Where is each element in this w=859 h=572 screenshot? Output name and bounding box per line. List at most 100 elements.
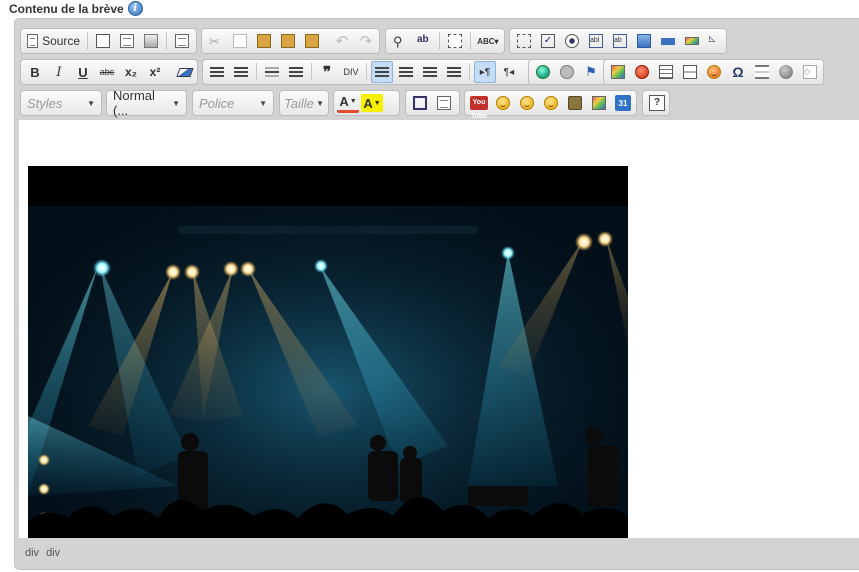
bulleted-list-icon (234, 67, 248, 77)
create-div-button[interactable]: DIV (340, 61, 362, 83)
forms-group: ✓ abl ab ◺ (509, 28, 727, 54)
bg-color-button[interactable]: A ▼ (361, 94, 383, 112)
eraser-icon (176, 67, 194, 77)
templates-button[interactable] (171, 30, 193, 52)
maximize-button[interactable] (409, 92, 431, 114)
paste-button[interactable] (253, 30, 275, 52)
globe-link-icon (536, 65, 550, 79)
editor-content-area[interactable] (19, 120, 859, 538)
align-left-button[interactable] (371, 61, 393, 83)
code-button[interactable]: ◇ (799, 61, 821, 83)
redo-icon: ↷ (359, 33, 373, 50)
rtl-button[interactable]: ¶◂ (498, 61, 520, 83)
iframe-button[interactable] (775, 61, 797, 83)
copy-button[interactable] (229, 30, 251, 52)
text-color-button[interactable]: A ▼ (337, 93, 359, 113)
numbered-list-button[interactable] (206, 61, 228, 83)
emoticon-grin-button[interactable] (516, 92, 538, 114)
path-item[interactable]: div (25, 547, 39, 559)
textfield-button[interactable]: abl (585, 30, 607, 52)
justify-button[interactable] (443, 61, 465, 83)
cut-button[interactable]: ✂ (205, 30, 227, 52)
bg-color-icon: A (363, 95, 373, 111)
horizontal-rule-icon (683, 65, 697, 79)
select-all-icon (447, 34, 462, 48)
find-button[interactable]: ⚲ (389, 30, 411, 52)
textarea-button[interactable]: ab (609, 30, 631, 52)
youtube-icon: You Tube (470, 96, 488, 120)
image-button-button[interactable] (681, 30, 703, 52)
print-button[interactable] (140, 30, 162, 52)
media-group: You Tube 31 (464, 90, 637, 120)
gallery-icon (592, 96, 606, 110)
paste-word-button[interactable] (301, 30, 323, 52)
form-button[interactable] (513, 30, 535, 52)
source-button[interactable]: Source (24, 30, 83, 52)
document-group: Source (20, 28, 197, 54)
emoticon-happy-button[interactable] (540, 92, 562, 114)
styles-select[interactable]: Styles ▼ (20, 90, 102, 116)
info-icon[interactable]: i (127, 1, 143, 16)
ltr-button[interactable]: ▸¶ (474, 61, 496, 83)
div-icon: DIV (343, 67, 359, 77)
link-button[interactable] (532, 61, 554, 83)
remove-format-button[interactable] (174, 61, 196, 83)
align-right-button[interactable] (419, 61, 441, 83)
outdent-button[interactable] (261, 61, 283, 83)
image-button[interactable] (607, 61, 629, 83)
checkbox-icon: ✓ (541, 34, 555, 48)
button-field-button[interactable] (657, 30, 679, 52)
format-select[interactable]: Normal (... ▼ (106, 88, 187, 118)
bold-button[interactable]: B (24, 61, 46, 83)
calendar-button[interactable]: 31 (612, 92, 634, 114)
photo-button[interactable] (564, 92, 586, 114)
flash-icon (635, 65, 649, 79)
size-select[interactable]: Taille ▼ (279, 90, 329, 116)
show-blocks-button[interactable] (433, 92, 455, 114)
radio-button[interactable] (561, 30, 583, 52)
blockquote-button[interactable]: ❞ (316, 61, 338, 83)
flash-button[interactable] (631, 61, 653, 83)
special-char-button[interactable]: Ω (727, 61, 749, 83)
indent-button[interactable] (285, 61, 307, 83)
subscript-button[interactable]: x₂ (120, 61, 142, 83)
underline-button[interactable]: U (72, 61, 94, 83)
hidden-field-button[interactable]: ◺ (705, 30, 727, 52)
separator (439, 32, 440, 50)
replace-button[interactable]: ab (413, 30, 435, 52)
smiley-button[interactable] (703, 61, 725, 83)
youtube-button[interactable]: You Tube (468, 92, 490, 120)
undo-button[interactable]: ↶ (331, 30, 353, 52)
table-button[interactable] (655, 61, 677, 83)
emoticon-smile-button[interactable] (492, 92, 514, 114)
format-select-value: Normal (... (113, 88, 155, 118)
iframe-icon (779, 65, 793, 79)
new-page-button[interactable] (92, 30, 114, 52)
align-center-button[interactable] (395, 61, 417, 83)
page-break-button[interactable] (751, 61, 773, 83)
font-select[interactable]: Police ▼ (192, 90, 274, 116)
bulleted-list-button[interactable] (230, 61, 252, 83)
preview-button[interactable] (116, 30, 138, 52)
paste-text-button[interactable] (277, 30, 299, 52)
table-icon (659, 65, 673, 79)
select-all-button[interactable] (444, 30, 466, 52)
indent-icon (289, 67, 303, 77)
element-path-bar: div div (25, 547, 60, 559)
strike-button[interactable]: abc (96, 61, 118, 83)
spellcheck-button[interactable]: ABC▾ (475, 30, 501, 52)
checkbox-button[interactable]: ✓ (537, 30, 559, 52)
redo-button[interactable]: ↷ (355, 30, 377, 52)
path-item[interactable]: div (46, 547, 60, 559)
undo-icon: ↶ (335, 33, 349, 50)
help-button[interactable]: ? (646, 92, 668, 114)
italic-button[interactable]: I (48, 61, 70, 83)
separator (469, 63, 470, 81)
gallery-button[interactable] (588, 92, 610, 114)
horizontal-rule-button[interactable] (679, 61, 701, 83)
anchor-button[interactable]: ⚑ (580, 61, 602, 83)
select-field-button[interactable] (633, 30, 655, 52)
unlink-button[interactable] (556, 61, 578, 83)
paste-text-icon (281, 34, 295, 48)
superscript-button[interactable]: x² (144, 61, 166, 83)
